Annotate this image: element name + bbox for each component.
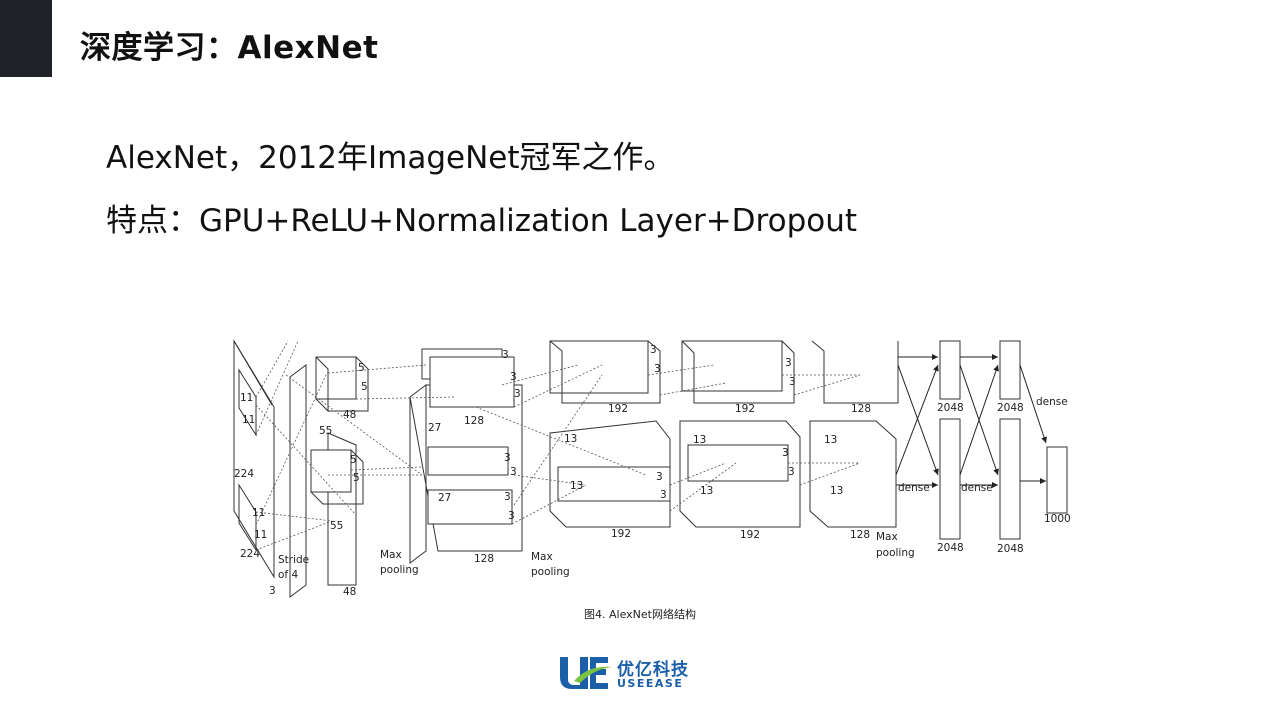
label-c3-192b: 192 (611, 528, 631, 540)
label-c3-3c: 3 (656, 471, 663, 483)
label-pool1-line1: Max (380, 549, 402, 561)
label-c4-3b: 3 (789, 376, 796, 388)
input-volume (233, 339, 275, 579)
slide-title: 深度学习：AlexNet (80, 30, 379, 66)
figure-caption: 图4. AlexNet网络结构 (584, 608, 696, 621)
label-c5-13a: 13 (824, 434, 837, 446)
label-dense-a: dense (898, 482, 930, 494)
label-c1-5c: 5 (350, 454, 357, 466)
label-stride-line2: of 4 (278, 569, 298, 581)
label-c3-3b: 3 (654, 363, 661, 375)
label-c2-3e: 3 (510, 466, 517, 478)
label-c2-128b: 128 (474, 553, 494, 565)
label-fc-2048c: 2048 (997, 402, 1024, 414)
label-c2-128a: 128 (464, 415, 484, 427)
label-c2-27b: 27 (438, 492, 451, 504)
label-c1-55a: 55 (319, 425, 332, 437)
label-pool3-line2: pooling (876, 547, 915, 559)
label-c3-13b: 13 (570, 480, 583, 492)
label-c1-5b: 5 (361, 381, 368, 393)
label-c3-3a: 3 (650, 344, 657, 356)
label-input-3: 3 (269, 585, 276, 597)
logo-name-en: USEEASE (617, 677, 684, 690)
label-c1-55b: 55 (330, 520, 343, 532)
label-c1-5d: 5 (353, 472, 360, 484)
label-pool3-line1: Max (876, 531, 898, 543)
label-c5-128a: 128 (851, 403, 871, 415)
label-c5-13b: 13 (830, 485, 843, 497)
label-pool1-line2: pooling (380, 564, 419, 576)
title-accent-bar (0, 0, 52, 77)
label-stride-line1: Stride (278, 554, 309, 566)
label-c3-192a: 192 (608, 403, 628, 415)
label-c2-3b: 3 (510, 371, 517, 383)
label-c4-192a: 192 (735, 403, 755, 415)
label-c2-3c: 3 (514, 388, 521, 400)
label-c5-128b: 128 (850, 529, 870, 541)
label-input-k2: 11 (242, 414, 255, 426)
label-fc-2048a: 2048 (937, 402, 964, 414)
label-c1-48a: 48 (343, 409, 356, 421)
bullet-features: 特点：GPU+ReLU+Normalization Layer+Dropout (106, 203, 858, 239)
label-input-k3: 11 (252, 507, 265, 519)
label-input-k1: 11 (240, 392, 253, 404)
label-dense-b: dense (961, 482, 993, 494)
label-pool2-line2: pooling (531, 566, 570, 578)
label-input-224a: 224 (234, 468, 254, 480)
label-out-1000: 1000 (1044, 513, 1071, 525)
label-input-224b: 224 (240, 548, 260, 560)
label-c4-13b: 13 (700, 485, 713, 497)
label-c2-3f: 3 (504, 491, 511, 503)
dense-layers (939, 340, 1068, 540)
label-dense-c: dense (1036, 396, 1068, 408)
label-c2-3d: 3 (504, 452, 511, 464)
company-logo: 优亿科技 USEEASE (558, 655, 698, 695)
alexnet-architecture-figure: 11 11 224 224 3 11 11 Stride of 4 5 5 48… (226, 335, 1084, 600)
label-c2-27a: 27 (428, 422, 441, 434)
label-c4-3d: 3 (788, 466, 795, 478)
label-fc-2048d: 2048 (997, 543, 1024, 555)
label-c3-13a: 13 (564, 433, 577, 445)
label-c1-5a: 5 (358, 362, 365, 374)
label-pool2-line1: Max (531, 551, 553, 563)
label-fc-2048b: 2048 (937, 542, 964, 554)
label-c4-192b: 192 (740, 529, 760, 541)
label-input-k4: 11 (254, 529, 267, 541)
label-c2-3g: 3 (508, 510, 515, 522)
bullet-intro: AlexNet，2012年ImageNet冠军之作。 (106, 140, 675, 176)
alexnet-diagram: 11 11 224 224 3 11 11 Stride of 4 5 5 48… (233, 339, 1071, 598)
label-c4-3c: 3 (782, 447, 789, 459)
label-c3-3d: 3 (660, 489, 667, 501)
label-c4-13a: 13 (693, 434, 706, 446)
useease-logo-mark (560, 657, 612, 689)
label-c4-3a: 3 (785, 357, 792, 369)
label-c2-3a: 3 (502, 349, 509, 361)
label-c1-48b: 48 (343, 586, 356, 598)
